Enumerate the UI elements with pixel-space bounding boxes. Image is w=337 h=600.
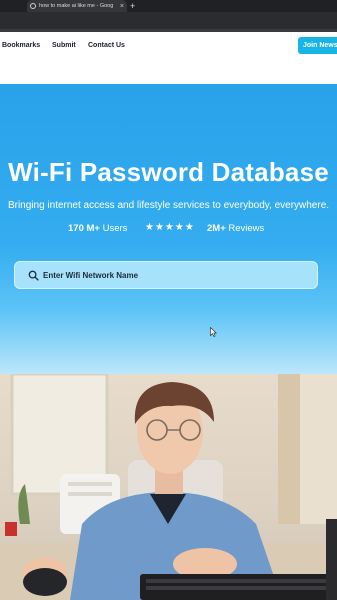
search-icon [28,270,39,281]
plus-icon[interactable]: + [130,0,135,12]
tab-favicon-icon [30,3,36,9]
nav-link-submit[interactable]: Submit [52,42,76,49]
join-newsletter-button[interactable]: Join News [298,37,337,54]
hero-title: Wi-Fi Password Database [8,157,329,187]
stat-reviews-label: Reviews [228,223,265,234]
site-nav: Bookmarks Submit Contact Us Join News [0,32,337,84]
mouse-cursor-icon [210,327,217,337]
nav-link-bookmarks[interactable]: Bookmarks [2,42,40,49]
webcam-video-overlay [0,374,337,600]
stats-row: 170 M+ Users ★★★★★ 2M+ Reviews [0,222,337,237]
browser-tab[interactable]: how to make ai like me - Goog × [27,0,127,12]
tab-title: how to make ai like me - Goog [39,3,114,9]
hero-section: Wi-Fi Password Database Bringing interne… [0,84,337,374]
stat-users-label: Users [102,223,128,234]
rating-stars: ★★★★★ [145,222,195,233]
hero-subtitle: Bringing internet access and lifestyle s… [7,200,330,211]
browser-tab-bar: how to make ai like me - Goog × + [0,0,337,12]
stat-users-value: 170 M+ [68,223,100,234]
screen: how to make ai like me - Goog × + Bookma… [0,0,337,600]
nav-link-contact-us[interactable]: Contact Us [88,42,125,49]
stat-reviews: 2M+ Reviews [207,223,264,234]
stat-reviews-value: 2M+ [207,223,226,234]
close-icon[interactable]: × [120,3,124,10]
wifi-network-search-input[interactable] [43,266,313,284]
webcam-scene [0,374,337,600]
stat-users: 170 M+ Users [68,223,127,234]
browser-toolbar [0,12,337,32]
wifi-search-box[interactable] [14,261,318,289]
